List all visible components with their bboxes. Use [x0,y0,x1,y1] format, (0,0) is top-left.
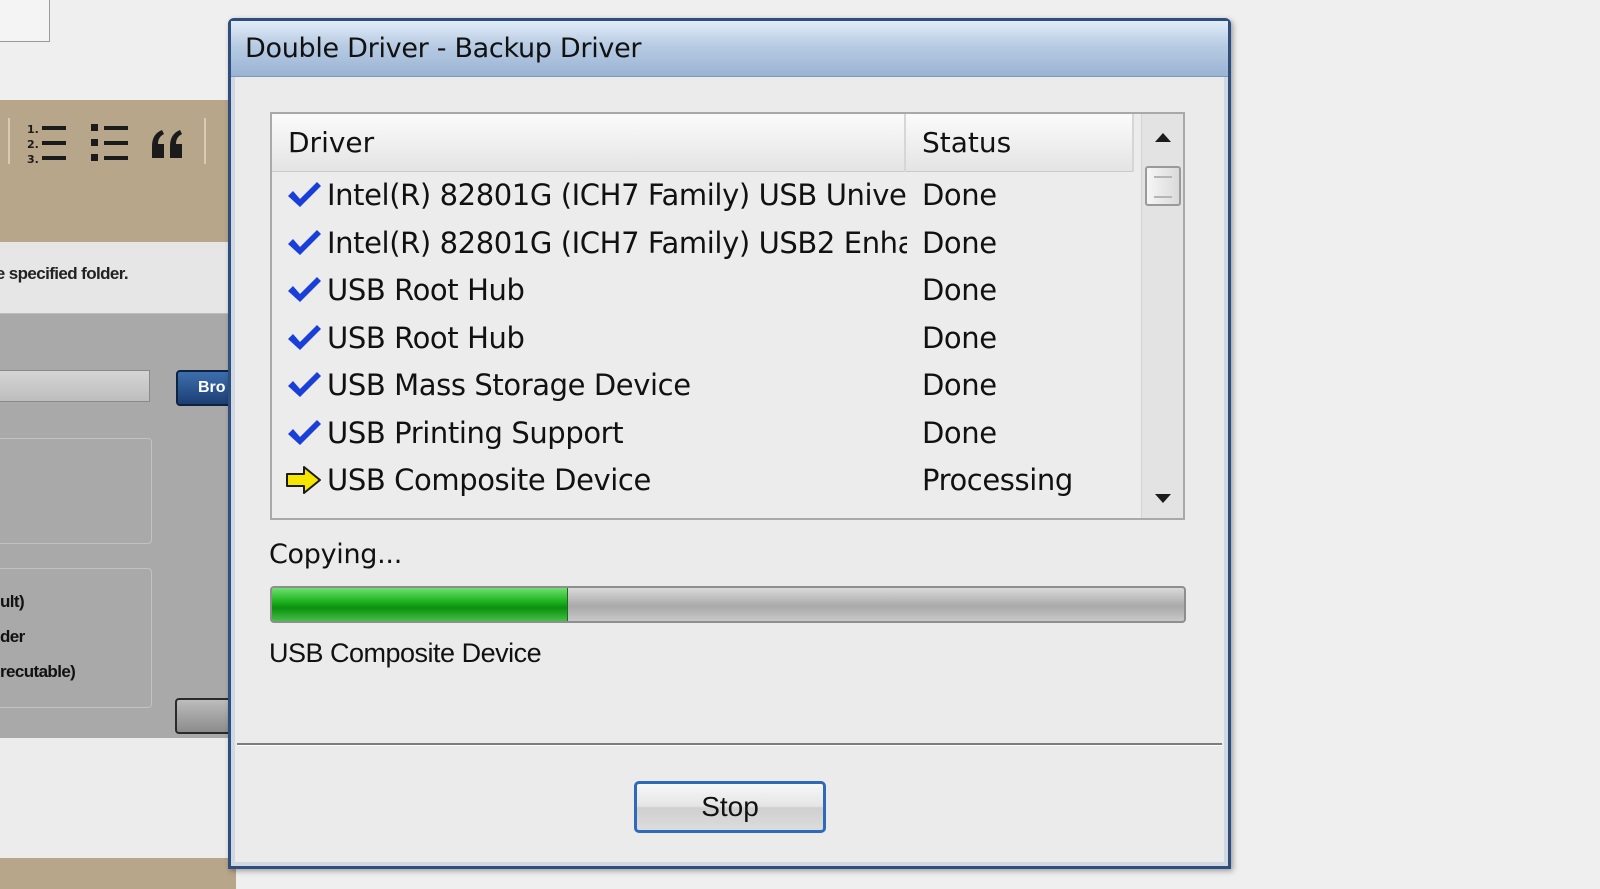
list-header: Driver Status [272,114,1134,172]
chevron-up-icon [1155,133,1171,142]
checkmark-icon [286,323,322,353]
bulleted-list-icon[interactable] [88,120,132,168]
driver-status: Done [922,178,997,212]
list-scrollbar[interactable] [1141,114,1183,518]
footer-divider [237,743,1222,746]
background-toolbar: 1. 2. 3. [0,100,236,242]
driver-name: USB Printing Support [327,415,624,450]
list-item[interactable]: USB Composite Device Processing [272,457,1134,505]
svg-text:1.: 1. [27,123,39,136]
background-bottom-bar [0,858,236,889]
driver-name: Intel(R) 82801G (ICH7 Family) USB Univer… [327,178,907,212]
svg-text:2.: 2. [27,138,39,151]
list-rows: Intel(R) 82801G (ICH7 Family) USB Univer… [272,172,1134,505]
driver-name: USB Root Hub [327,273,525,307]
background-option-2[interactable]: der [0,627,150,647]
driver-status: Done [922,368,997,402]
stop-button[interactable]: Stop [634,781,826,833]
list-item[interactable]: USB Root Hub Done [272,315,1134,363]
scrollbar-thumb[interactable] [1145,166,1181,206]
arrow-right-icon [286,465,322,495]
background-window-corner [0,0,50,42]
driver-list[interactable]: Driver Status Intel(R) 82801G (ICH7 Fami… [270,112,1185,520]
checkmark-icon [286,418,322,448]
quote-icon[interactable] [148,120,192,168]
background-groupbox [0,438,152,544]
toolbar-separator [8,118,10,164]
background-option-3[interactable]: recutable) [0,662,150,682]
column-header-driver[interactable]: Driver [272,114,906,172]
chevron-down-icon [1155,494,1171,503]
copy-progress-bar [270,586,1186,623]
progress-fill [272,588,569,621]
driver-name: USB Root Hub [327,320,525,355]
background-lower-area [0,738,236,858]
svg-text:3.: 3. [27,153,39,166]
backup-driver-dialog: Double Driver - Backup Driver Driver Sta… [228,18,1231,869]
list-item[interactable]: Intel(R) 82801G (ICH7 Family) USB Univer… [272,172,1134,220]
list-item[interactable]: Intel(R) 82801G (ICH7 Family) USB2 Enhan… [272,220,1134,268]
current-device-label: USB Composite Device [269,638,542,668]
driver-name: USB Composite Device [327,463,651,497]
column-header-status[interactable]: Status [908,114,1134,172]
driver-status: Done [922,415,997,450]
driver-name: USB Mass Storage Device [327,368,691,402]
background-path-field[interactable] [0,370,150,402]
driver-status: Done [922,320,997,355]
toolbar-separator [204,118,206,164]
status-text: Copying... [269,539,402,570]
background-option-1[interactable]: ult) [0,592,150,612]
driver-status: Done [922,225,997,260]
scroll-down-button[interactable] [1142,478,1183,518]
scroll-up-button[interactable] [1142,118,1183,158]
list-item[interactable]: USB Mass Storage Device Done [272,362,1134,410]
driver-status: Processing [922,463,1073,497]
list-item[interactable]: USB Root Hub Done [272,267,1134,315]
title-bar[interactable]: Double Driver - Backup Driver [231,21,1228,77]
dialog-title: Double Driver - Backup Driver [245,33,642,64]
background-folder-text: ne specified folder. [0,264,129,283]
driver-name: Intel(R) 82801G (ICH7 Family) USB2 Enhan… [327,225,907,260]
checkmark-icon [286,180,322,210]
checkmark-icon [286,275,322,305]
checkmark-icon [286,370,322,400]
checkmark-icon [286,228,322,258]
list-item[interactable]: USB Printing Support Done [272,410,1134,458]
driver-status: Done [922,273,997,307]
numbered-list-icon[interactable]: 1. 2. 3. [26,120,70,168]
